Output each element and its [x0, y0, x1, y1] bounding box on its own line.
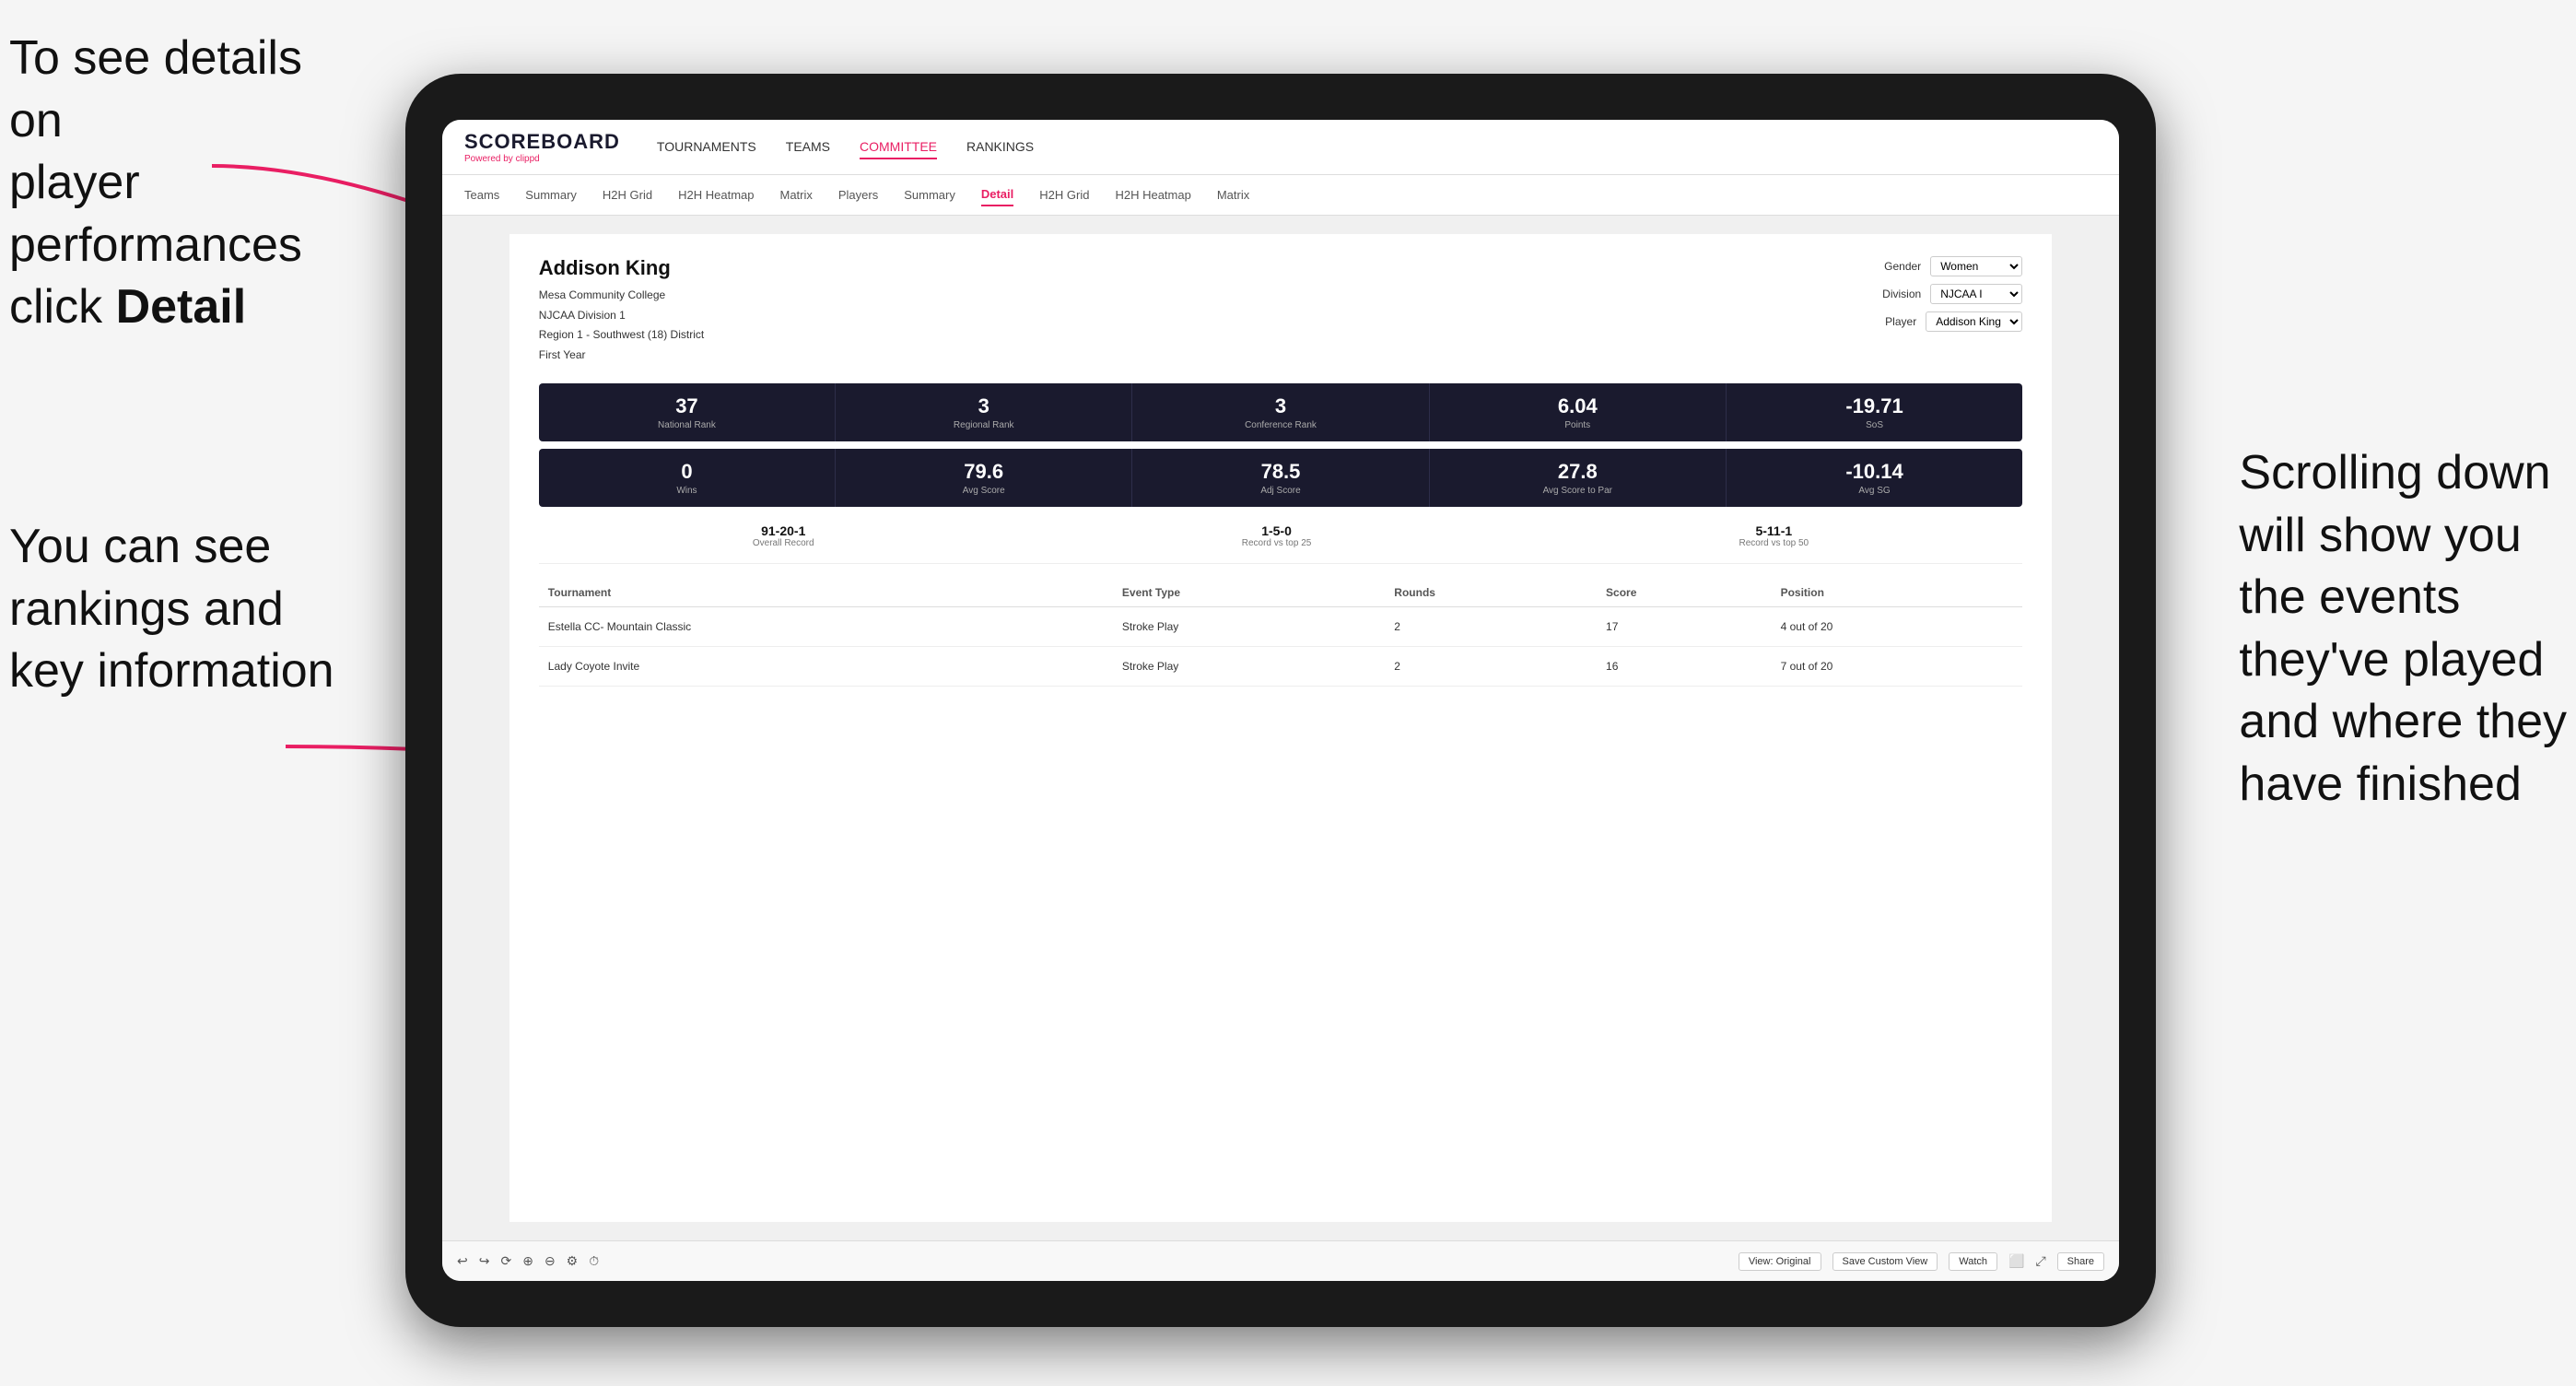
table-row: Estella CC- Mountain Classic Stroke Play… [539, 607, 2022, 647]
redo-icon[interactable]: ↪ [479, 1253, 490, 1269]
stat-adj-score: 78.5 Adj Score [1132, 449, 1429, 507]
tab-h2h-heatmap2[interactable]: H2H Heatmap [1115, 184, 1190, 206]
position: 7 out of 20 [1772, 647, 2023, 687]
main-content: Addison King Mesa Community College NJCA… [442, 216, 2119, 1240]
record-top25: 1-5-0 Record vs top 25 [1242, 523, 1312, 548]
player-name: Addison King [539, 256, 704, 280]
table-row: Lady Coyote Invite Stroke Play 2 16 7 ou… [539, 647, 2022, 687]
tab-matrix[interactable]: Matrix [779, 184, 812, 206]
score: 17 [1597, 607, 1772, 647]
record-top50: 5-11-1 Record vs top 50 [1739, 523, 1809, 548]
toolbar-right: View: Original Save Custom View Watch ⬜ … [1739, 1252, 2104, 1271]
player-selectors: Gender Women Men Division NJCAA I NJCAA … [1882, 256, 2022, 365]
save-custom-view-button[interactable]: Save Custom View [1832, 1252, 1938, 1271]
toolbar-left: ↩ ↪ ⟳ ⊕ ⊖ ⚙ ⏱ [457, 1253, 599, 1269]
col-event-type: Event Type [1113, 579, 1385, 607]
logo-area: SCOREBOARD Powered by clippd [464, 130, 620, 164]
tablet-frame: SCOREBOARD Powered by clippd TOURNAMENTS… [405, 74, 2156, 1327]
tab-players[interactable]: Players [838, 184, 878, 206]
player-selector-row: Player Addison King [1885, 311, 2022, 332]
record-overall: 91-20-1 Overall Record [753, 523, 814, 548]
player-label: Player [1885, 315, 1916, 328]
screen-icon[interactable]: ⬜ [2008, 1253, 2024, 1269]
content-panel: Addison King Mesa Community College NJCA… [509, 234, 2052, 1222]
toolbar: ↩ ↪ ⟳ ⊕ ⊖ ⚙ ⏱ View: Original Save Custom… [442, 1240, 2119, 1281]
player-select[interactable]: Addison King [1926, 311, 2022, 332]
tab-summary2[interactable]: Summary [904, 184, 955, 206]
col-position: Position [1772, 579, 2023, 607]
tab-detail[interactable]: Detail [981, 183, 1013, 206]
stat-regional-rank: 3 Regional Rank [836, 383, 1132, 441]
watch-button[interactable]: Watch [1949, 1252, 1997, 1271]
tablet-screen: SCOREBOARD Powered by clippd TOURNAMENTS… [442, 120, 2119, 1281]
col-rounds: Rounds [1385, 579, 1597, 607]
stat-avg-score: 79.6 Avg Score [836, 449, 1132, 507]
clock-icon[interactable]: ⏱ [589, 1253, 599, 1269]
gender-selector-row: Gender Women Men [1884, 256, 2022, 276]
sub-nav: Teams Summary H2H Grid H2H Heatmap Matri… [442, 175, 2119, 216]
col-tournament: Tournament [539, 579, 1113, 607]
position: 4 out of 20 [1772, 607, 2023, 647]
player-info: Addison King Mesa Community College NJCA… [539, 256, 704, 365]
player-region: Region 1 - Southwest (18) District [539, 328, 704, 341]
stat-conference-rank: 3 Conference Rank [1132, 383, 1429, 441]
tab-summary[interactable]: Summary [525, 184, 577, 206]
nav-rankings[interactable]: RANKINGS [966, 135, 1034, 159]
tournament-name: Estella CC- Mountain Classic [539, 607, 1113, 647]
logo-powered: Powered by clippd [464, 154, 620, 164]
settings-icon[interactable]: ⚙ [567, 1253, 579, 1269]
player-division: NJCAA Division 1 [539, 309, 626, 322]
division-selector-row: Division NJCAA I NJCAA II [1882, 284, 2022, 304]
tournament-name: Lady Coyote Invite [539, 647, 1113, 687]
nav-committee[interactable]: COMMITTEE [860, 135, 937, 159]
refresh-icon[interactable]: ⟳ [500, 1253, 511, 1269]
division-select[interactable]: NJCAA I NJCAA II [1930, 284, 2022, 304]
stats-row-2: 0 Wins 79.6 Avg Score 78.5 Adj Score 27.… [539, 449, 2022, 507]
player-header: Addison King Mesa Community College NJCA… [539, 256, 2022, 365]
division-label: Division [1882, 288, 1921, 300]
col-score: Score [1597, 579, 1772, 607]
tournament-table: Tournament Event Type Rounds Score Posit… [539, 579, 2022, 687]
score: 16 [1597, 647, 1772, 687]
tab-h2h-grid[interactable]: H2H Grid [603, 184, 652, 206]
nav-items: TOURNAMENTS TEAMS COMMITTEE RANKINGS [657, 135, 1034, 159]
tab-teams[interactable]: Teams [464, 184, 499, 206]
gender-select[interactable]: Women Men [1930, 256, 2022, 276]
player-year: First Year [539, 348, 586, 361]
records-row: 91-20-1 Overall Record 1-5-0 Record vs t… [539, 514, 2022, 564]
annotation-right: Scrolling down will show you the events … [2239, 442, 2567, 816]
stat-points: 6.04 Points [1430, 383, 1727, 441]
player-school: Mesa Community College [539, 288, 665, 301]
share-button[interactable]: Share [2057, 1252, 2104, 1271]
zoom-in-icon[interactable]: ⊕ [522, 1253, 533, 1269]
expand-icon[interactable]: ⤢ [2035, 1253, 2045, 1269]
stat-sos: -19.71 SoS [1727, 383, 2022, 441]
event-type: Stroke Play [1113, 647, 1385, 687]
stat-avg-score-par: 27.8 Avg Score to Par [1430, 449, 1727, 507]
stat-avg-sg: -10.14 Avg SG [1727, 449, 2022, 507]
rounds: 2 [1385, 647, 1597, 687]
zoom-out-icon[interactable]: ⊖ [544, 1253, 556, 1269]
event-type: Stroke Play [1113, 607, 1385, 647]
undo-icon[interactable]: ↩ [457, 1253, 468, 1269]
nav-teams[interactable]: TEAMS [786, 135, 830, 159]
tab-h2h-heatmap[interactable]: H2H Heatmap [678, 184, 754, 206]
stats-row-1: 37 National Rank 3 Regional Rank 3 Confe… [539, 383, 2022, 441]
gender-label: Gender [1884, 260, 1921, 273]
stat-national-rank: 37 National Rank [539, 383, 836, 441]
top-nav: SCOREBOARD Powered by clippd TOURNAMENTS… [442, 120, 2119, 175]
rounds: 2 [1385, 607, 1597, 647]
stat-wins: 0 Wins [539, 449, 836, 507]
nav-tournaments[interactable]: TOURNAMENTS [657, 135, 756, 159]
logo-scoreboard: SCOREBOARD [464, 130, 620, 154]
annotation-bottomleft: You can see rankings and key information [9, 516, 334, 703]
tab-matrix2[interactable]: Matrix [1217, 184, 1249, 206]
tab-h2h-grid2[interactable]: H2H Grid [1039, 184, 1089, 206]
view-original-button[interactable]: View: Original [1739, 1252, 1821, 1271]
